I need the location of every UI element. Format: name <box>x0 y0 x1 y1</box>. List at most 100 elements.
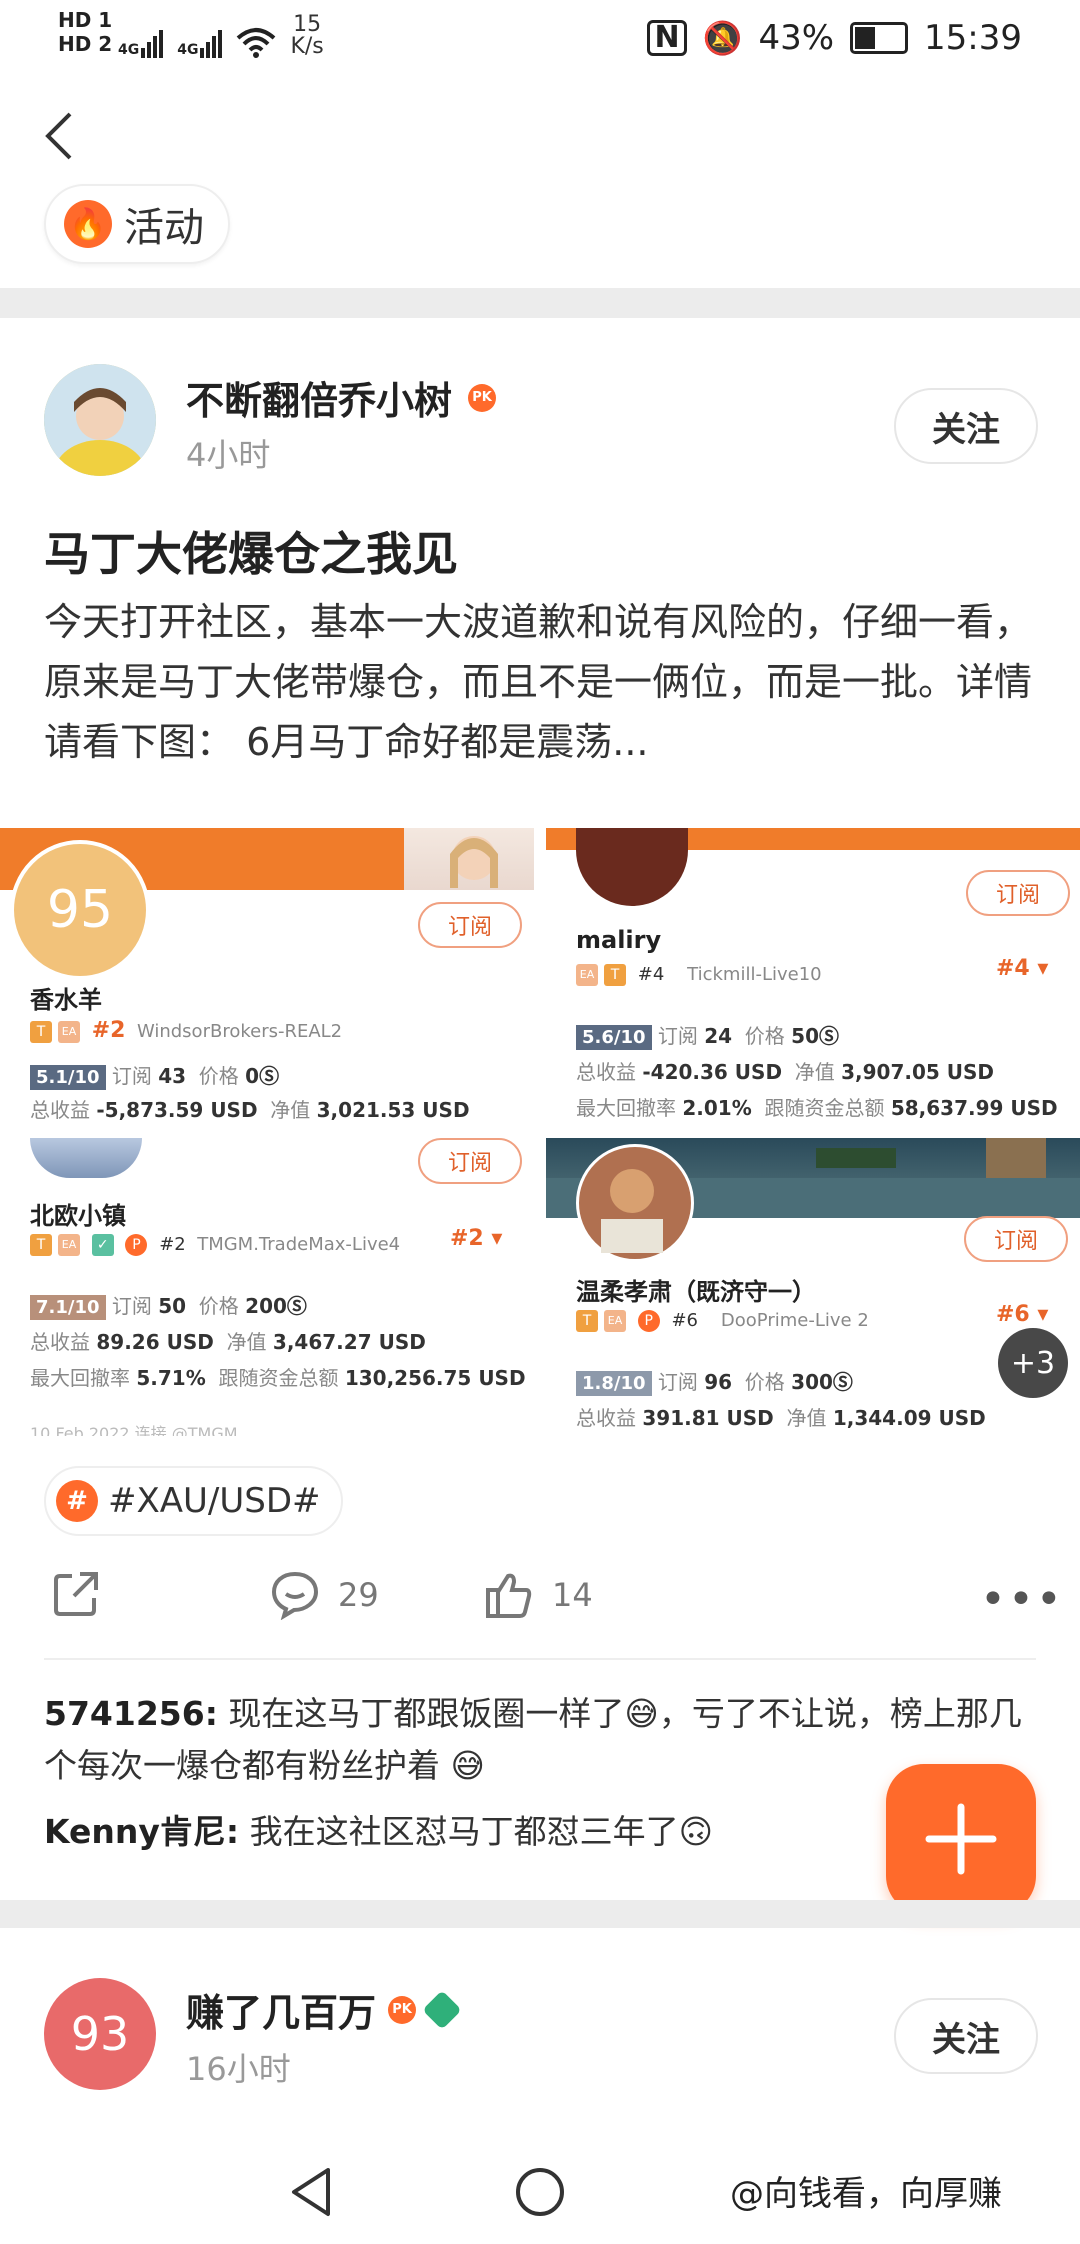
comment-divider <box>44 1658 1036 1660</box>
more-images-badge[interactable]: +3 <box>998 1328 1068 1398</box>
trader-name: 北欧小镇 <box>30 1202 126 1230</box>
trader-rating-row: 5.1/10 订阅 43 价格 0Ⓢ <box>30 1060 279 1090</box>
like-button[interactable]: 14 <box>484 1570 593 1620</box>
chevron-left-icon <box>45 112 72 160</box>
author-avatar-score[interactable]: 93 <box>44 1978 156 2090</box>
post-title[interactable]: 马丁大佬爆仓之我见 <box>44 518 458 584</box>
mute-bell-icon: 🔕 <box>702 19 743 57</box>
trader-profit-row: 总收益 89.26 USD 净值 3,467.27 USD <box>30 1330 426 1354</box>
net-speed: 15 K/s <box>290 12 324 59</box>
back-button[interactable] <box>40 108 80 168</box>
subscribe-button[interactable]: 订阅 <box>964 1216 1068 1262</box>
author-avatar[interactable] <box>44 364 156 476</box>
avatar-photo <box>44 364 156 476</box>
hashtag-chip[interactable]: # #XAU/USD# <box>44 1466 343 1536</box>
comment-button[interactable]: 29 <box>270 1570 379 1620</box>
t-badge-icon: T <box>30 1234 52 1256</box>
sim-indicators: HD 1 HD 2 <box>58 8 112 56</box>
author-name[interactable]: 赚了几百万 <box>186 1982 376 2037</box>
trader-rating-row: 7.1/10 订阅 50 价格 200Ⓢ <box>30 1290 307 1320</box>
more-options-icon[interactable]: ••• <box>980 1574 1064 1625</box>
trader-name: 香水羊 <box>30 986 102 1014</box>
nfc-icon: N <box>647 20 687 56</box>
thumbs-up-icon <box>486 1573 532 1618</box>
comment-count: 29 <box>338 1576 379 1614</box>
trader-meta: T EA ✓ P #2 TMGM.TradeMax-Live4 <box>30 1234 400 1256</box>
trader-rating-row: 5.6/10 订阅 24 价格 50Ⓢ <box>576 1020 839 1050</box>
plus-icon <box>925 1803 997 1875</box>
trader-name: 温柔孝肃（既济守一） <box>576 1278 816 1306</box>
pk-badge-icon: PK <box>388 1995 417 2024</box>
trader-profit-row: 总收益 391.81 USD 净值 1,344.09 USD <box>576 1406 986 1430</box>
trader-profit-row: 总收益 -420.36 USD 净值 3,907.05 USD <box>576 1060 995 1084</box>
trader-rating-row: 1.8/10 订阅 96 价格 300Ⓢ <box>576 1366 853 1396</box>
author-row: 赚了几百万 PK <box>186 1982 462 2037</box>
section-divider <box>0 1900 1080 1928</box>
watermark: @向钱看，向厚赚 <box>730 2174 1002 2214</box>
clock: 15:39 <box>924 18 1022 58</box>
ea-badge-icon: EA <box>58 1021 80 1043</box>
ea-badge-icon: EA <box>576 964 598 986</box>
comment-2[interactable]: Kenny肯尼: 我在这社区怼马丁都怼三年了🙃 <box>44 1806 874 1858</box>
activity-chip[interactable]: 🔥 活动 <box>44 184 230 264</box>
comment-1[interactable]: 5741256: 现在这马丁都跟饭圈一样了😅，亏了不让说，榜上那几个每次一爆仓都… <box>44 1688 1044 1792</box>
card-photo <box>404 828 534 890</box>
signal-group: 4G 4G 15 K/s <box>118 14 324 58</box>
follow-button[interactable]: 关注 <box>894 388 1038 464</box>
pk-badge-icon: P <box>125 1234 148 1256</box>
trader-card-1[interactable]: 95 订阅 香水羊 T EA #2 WindsorBrokers-REAL2 5.… <box>0 828 534 1126</box>
shield-icon: ✓ <box>91 1234 114 1256</box>
t-badge-icon: T <box>576 1310 598 1332</box>
comment-user[interactable]: Kenny肯尼: <box>44 1812 239 1851</box>
hashtag-label: #XAU/USD# <box>108 1481 321 1521</box>
rank-dropdown[interactable]: #2 ▾ <box>450 1226 502 1251</box>
trader-avatar <box>576 1144 694 1262</box>
comment-text: 我在这社区怼马丁都怼三年了🙃 <box>239 1812 713 1851</box>
card-footer: 10 Feb 2022 连接 @TMGM <box>30 1424 238 1436</box>
home-circle-icon[interactable] <box>510 2162 570 2222</box>
signal-icon-2: 4G <box>177 30 223 58</box>
trader-drawdown-row: 最大回撤率 5.71% 跟随资金总额 130,256.75 USD <box>30 1366 526 1390</box>
score-circle: 95 <box>10 840 150 980</box>
post-time: 4小时 <box>186 436 271 474</box>
trader-card-3[interactable]: 订阅 北欧小镇 T EA ✓ P #2 TMGM.TradeMax-Live4 #… <box>0 1138 534 1436</box>
section-divider <box>0 288 1080 318</box>
back-triangle-icon[interactable] <box>282 2162 342 2222</box>
ea-badge-icon: EA <box>604 1310 626 1332</box>
wifi-icon <box>237 28 276 58</box>
pk-badge-icon: PK <box>468 383 497 412</box>
post-body[interactable]: 今天打开社区，基本一大波道歉和说有风险的，仔细一看，原来是马丁大佬带爆仓，而且不… <box>44 592 1044 772</box>
pk-badge-icon: P <box>637 1310 660 1332</box>
trader-avatar <box>30 1138 142 1178</box>
battery-icon <box>850 22 909 54</box>
trader-profit-row: 总收益 -5,873.59 USD 净值 3,021.53 USD <box>30 1098 470 1122</box>
status-right: N 🔕 43% 15:39 <box>647 18 1022 58</box>
create-post-button[interactable] <box>886 1764 1036 1914</box>
share-icon <box>54 1572 98 1616</box>
trader-card-2[interactable]: 订阅 maliry EA T #4 Tickmill-Live10 #4 ▾ 5.… <box>546 828 1080 1126</box>
hash-icon: # <box>56 1480 98 1522</box>
author-row: 不断翻倍乔小树 PK <box>186 370 497 425</box>
t-badge-icon: T <box>604 964 626 986</box>
activity-label: 活动 <box>124 205 204 251</box>
comment-user[interactable]: 5741256: <box>44 1694 218 1733</box>
ea-badge-icon: EA <box>58 1234 80 1256</box>
status-bar: HD 1 HD 2 4G 4G 15 K/s N 🔕 43% 15:39 <box>0 0 1080 80</box>
subscribe-button[interactable]: 订阅 <box>418 1138 522 1184</box>
trader-meta: T EA P #6 DooPrime-Live 2 <box>576 1310 869 1332</box>
t-badge-icon: T <box>30 1021 52 1043</box>
rank-dropdown[interactable]: #4 ▾ <box>996 956 1048 981</box>
subscribe-button[interactable]: 订阅 <box>966 870 1070 916</box>
post-time: 16小时 <box>186 2050 291 2088</box>
comment-icon <box>271 1571 319 1620</box>
trader-card-4[interactable]: 订阅 温柔孝肃（既济守一） T EA P #6 DooPrime-Live 2 #… <box>546 1138 1080 1436</box>
share-button[interactable] <box>52 1570 100 1618</box>
trader-drawdown-row: 最大回撤率 2.01% 跟随资金总额 58,637.99 USD <box>576 1096 1058 1120</box>
author-name[interactable]: 不断翻倍乔小树 <box>186 370 452 425</box>
sim1-label: HD 1 <box>58 8 113 32</box>
rank-dropdown[interactable]: #6 ▾ <box>996 1302 1048 1327</box>
trader-meta: T EA #2 WindsorBrokers-REAL2 <box>30 1018 342 1043</box>
subscribe-button[interactable]: 订阅 <box>418 902 522 948</box>
follow-button[interactable]: 关注 <box>894 1998 1038 2074</box>
trader-avatar <box>576 828 688 906</box>
